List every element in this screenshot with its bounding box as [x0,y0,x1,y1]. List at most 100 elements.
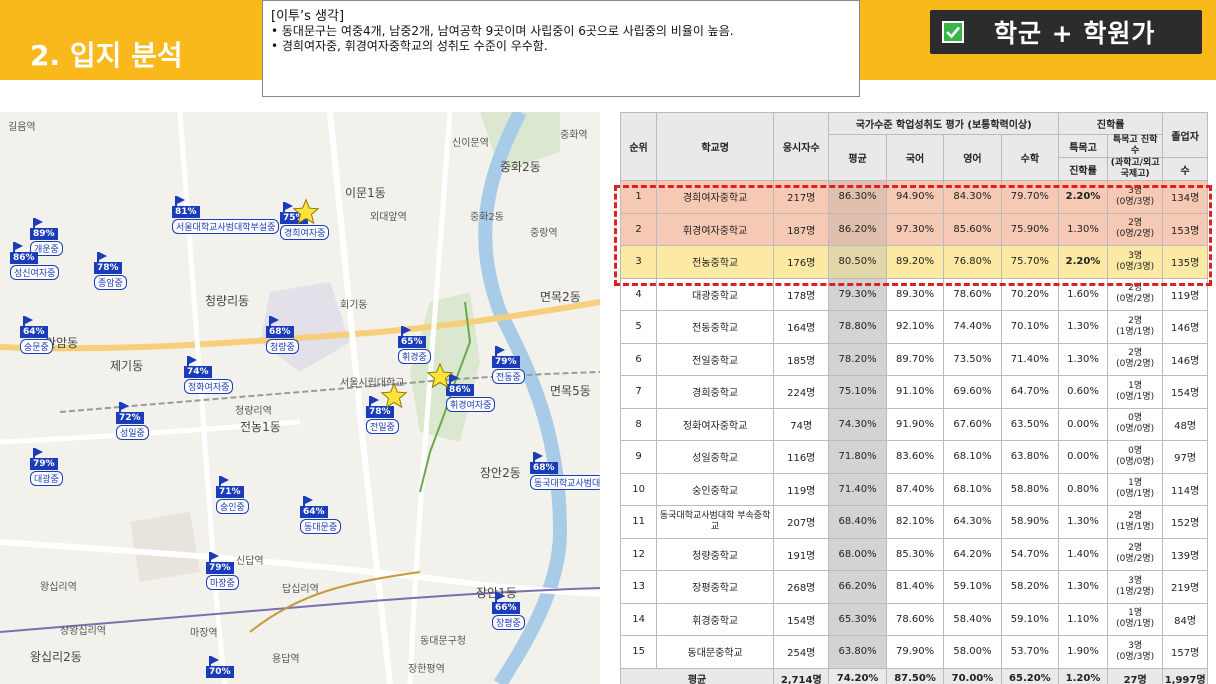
cell-korean: 89.70% [885,342,945,376]
school-pin[interactable]: 74% 정화여자중 [184,356,234,394]
cell-korean: 97.30% [885,212,945,246]
cell-math: 70.10% [1000,310,1060,344]
cell-applicants: 119명 [773,472,830,506]
cell-rank: 14 [619,602,658,636]
cell-grads: 152명 [1162,505,1208,539]
cell-english: 85.60% [943,212,1002,246]
school-pin[interactable]: 79% 전동중 [492,346,525,384]
map-label: 중화역 [560,130,588,141]
cell-count-detail: (0명/2명) [1116,294,1155,305]
flag-icon [13,242,23,252]
school-pin[interactable]: 68% 청량중 [266,316,299,354]
school-pin[interactable]: 81% 서울대학교사범대학부설중 [172,196,280,234]
cell-grads: 157명 [1162,635,1208,669]
school-pin[interactable]: 86% 성신여자중 [10,242,60,280]
cell-school: 청량중학교 [656,537,775,571]
flag-icon [269,316,279,326]
school-map[interactable]: 길음역 신이문역 중화역 중화2동 이문1동 외대앞역 중화2동 중랑역 안암동… [0,112,600,684]
note-line-1: • 동대문구는 여중4개, 남중2개, 남여공학 9곳이며 사립중이 6곳으로 … [271,24,734,38]
cell-math: 64.70% [1000,375,1060,409]
cell-korean: 87.40% [885,472,945,506]
note-title: [이투’s 생각] [271,9,345,24]
star-icon [380,382,408,409]
school-pin[interactable]: 71% 숭인중 [216,476,249,514]
cell-count-value: 3명 [1128,185,1143,196]
cell-count-detail: (0명/0명) [1116,424,1155,435]
cell-applicants: 207명 [773,505,830,539]
cell-school: 숭인중학교 [656,472,775,506]
cell-applicants: 176명 [773,245,830,279]
cell-school: 장평중학교 [656,570,775,604]
cell-rank: 5 [619,310,658,344]
footer-english: 70.00% [943,667,1002,684]
cell-count-value: 2명 [1128,283,1143,294]
header-special: 특목고 [1058,134,1108,158]
cell-grads: 139명 [1162,537,1208,571]
cell-korean: 79.90% [885,635,945,669]
section-title: 2. 입지 분석 [30,39,183,72]
school-pin[interactable]: 64% 동대문중 [300,496,342,534]
cell-math: 58.80% [1000,472,1060,506]
cell-applicants: 116명 [773,440,830,474]
star-icon [292,198,320,225]
header-rank: 순위 [619,112,658,181]
header-special-sub: (과학고/외고국제고) [1106,157,1164,181]
footer-grads: 1,997명 [1162,667,1208,684]
cell-math: 75.90% [1000,212,1060,246]
flag-icon [175,196,185,206]
cell-avg: 75.10% [828,375,887,409]
cell-rate: 1.30% [1058,570,1108,604]
cell-math: 63.50% [1000,407,1060,441]
cell-grads: 134명 [1162,180,1208,214]
table-row: 3 전농중학교 176명 80.50% 89.20% 76.80% 75.70% 2.20% 3… [619,245,1208,279]
cell-applicants: 164명 [773,310,830,344]
school-pin[interactable]: 79% 마장중 [206,552,239,590]
cell-count-detail: (0명/2명) [1116,359,1155,370]
cell-avg: 80.50% [828,245,887,279]
cell-count-detail: (0명/1명) [1116,489,1155,500]
school-pin[interactable]: 72% 성일중 [116,402,149,440]
school-pin[interactable]: 78% 종암중 [94,252,127,290]
cell-rank: 15 [619,635,658,669]
cell-count-detail: (1명/1명) [1116,326,1155,337]
school-pin[interactable]: 68% 동국대학교사범대 [530,452,600,490]
cell-korean: 85.30% [885,537,945,571]
cell-english: 67.60% [943,407,1002,441]
flag-icon [401,326,411,336]
map-label: 전농1동 [240,420,281,434]
cell-math: 54.70% [1000,537,1060,571]
school-pin[interactable]: 65% 휘경중 [398,326,431,364]
cell-count-value: 2명 [1128,315,1143,326]
header-english: 영어 [943,134,1002,181]
cell-count-value: 3명 [1128,250,1143,261]
cell-count-value: 2명 [1128,348,1143,359]
cell-grads: 119명 [1162,277,1208,311]
cell-grads: 154명 [1162,375,1208,409]
table-row: 14 휘경중학교 154명 65.30% 78.60% 58.40% 59.10% 1.10%… [619,602,1208,636]
flag-icon [219,476,229,486]
school-pin[interactable]: 66% 장평중 [492,592,525,630]
header-korean: 국어 [885,134,945,181]
cell-count-value: 3명 [1128,640,1143,651]
cell-math: 58.20% [1000,570,1060,604]
footer-math: 65.20% [1000,667,1060,684]
cell-avg: 78.20% [828,342,887,376]
school-pin[interactable]: 79% 대광중 [30,448,63,486]
cell-rate: 0.00% [1058,440,1108,474]
school-pin[interactable]: 64% 숭문중 [20,316,53,354]
map-label: 청량리동 [205,294,250,308]
table-row: 4 대광중학교 178명 79.30% 89.30% 78.60% 70.20% 1.60% 2… [619,277,1208,311]
cell-rank: 3 [619,245,658,279]
cell-count-value: 1명 [1128,478,1143,489]
cell-english: 58.40% [943,602,1002,636]
cell-count-value: 1명 [1128,608,1143,619]
cell-count: 3명 (0명/3명) [1106,635,1164,669]
school-pin[interactable]: 70% [206,656,234,678]
cell-applicants: 191명 [773,537,830,571]
cell-korean: 91.10% [885,375,945,409]
cell-english: 84.30% [943,180,1002,214]
cell-rank: 1 [619,180,658,214]
map-label: 이문1동 [345,186,386,200]
cell-korean: 78.60% [885,602,945,636]
cell-count-value: 0명 [1128,413,1143,424]
